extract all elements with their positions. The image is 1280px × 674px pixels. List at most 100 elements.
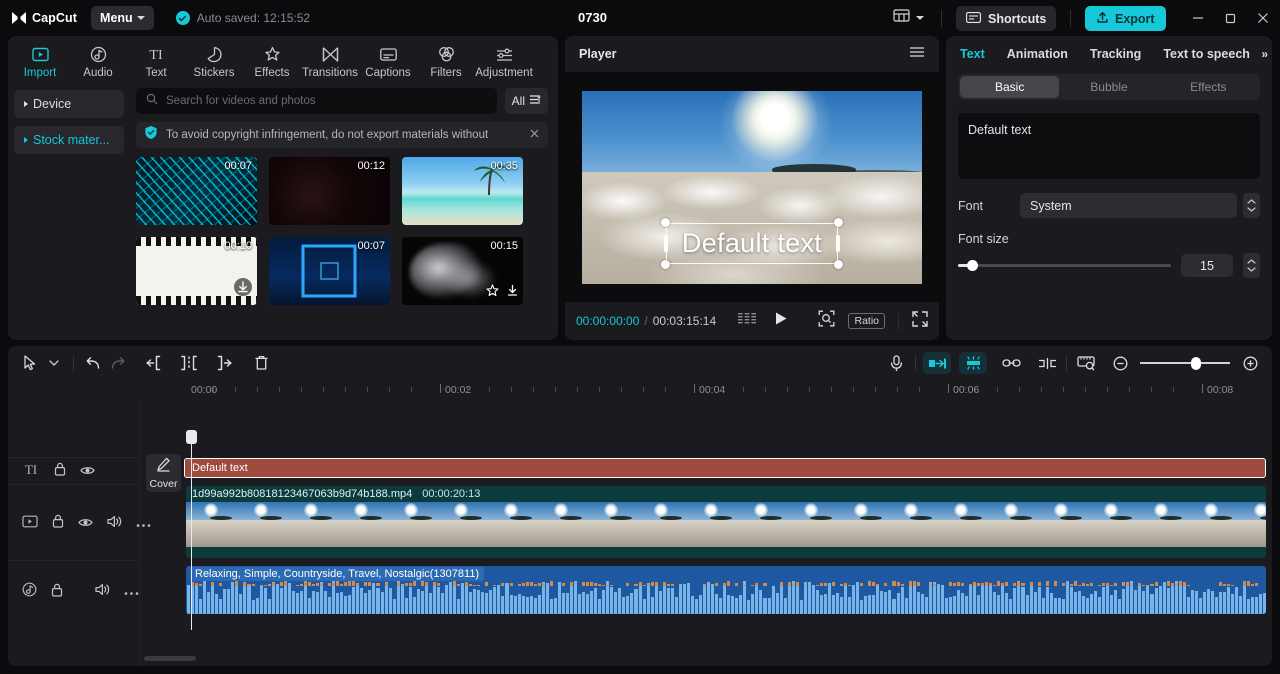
video-clip-name: 1d99a992b80818123467063b9d74b188.mp4 — [192, 488, 413, 500]
tab-effects[interactable]: Effects — [243, 40, 301, 79]
resize-handle-right[interactable] — [836, 235, 841, 252]
sidebar-item-stock-materials[interactable]: Stock mater... — [14, 126, 124, 154]
tab-adjustment[interactable]: Adjustment — [475, 40, 533, 79]
media-sidebar: Device Stock mater... — [8, 82, 130, 340]
tab-audio[interactable]: Audio — [69, 40, 127, 79]
text-content-input[interactable]: Default text — [958, 113, 1260, 179]
audio-clip[interactable]: Relaxing, Simple, Countryside, Travel, N… — [186, 566, 1266, 614]
properties-panel: Text Animation Tracking Text to speech »… — [946, 36, 1272, 340]
tab-transitions[interactable]: Transitions — [301, 40, 359, 79]
filter-button[interactable]: All — [504, 88, 548, 114]
segment-effects[interactable]: Effects — [1159, 76, 1258, 98]
segment-basic[interactable]: Basic — [960, 76, 1060, 98]
tab-stickers[interactable]: Stickers — [185, 40, 243, 79]
tabs-overflow-icon[interactable]: » — [1261, 47, 1268, 61]
more-options-icon[interactable] — [136, 515, 151, 533]
media-thumbnail[interactable]: 00:07 — [269, 237, 390, 305]
microphone-icon[interactable] — [884, 351, 908, 375]
playhead[interactable] — [186, 430, 197, 630]
video-clip[interactable]: 1d99a992b80818123467063b9d74b188.mp4 00:… — [186, 486, 1266, 558]
tab-filters[interactable]: Filters — [417, 40, 475, 79]
media-thumbnail[interactable]: 00:07 — [136, 157, 257, 225]
segment-bubble[interactable]: Bubble — [1059, 76, 1158, 98]
undo-button[interactable] — [81, 351, 105, 375]
sidebar-item-device[interactable]: Device — [14, 90, 124, 118]
font-size-value[interactable]: 15 — [1181, 254, 1233, 277]
media-thumbnail[interactable]: 00:10 — [136, 237, 257, 305]
minimize-button[interactable] — [1190, 10, 1206, 26]
ratio-button[interactable]: Ratio — [848, 313, 885, 329]
timeline-horizontal-scrollbar[interactable] — [144, 656, 196, 661]
select-tool-icon[interactable] — [18, 351, 42, 375]
divider — [1070, 10, 1071, 27]
resize-handle-left[interactable] — [663, 235, 668, 252]
preview-ruler-icon[interactable] — [1074, 351, 1098, 375]
more-options-icon[interactable] — [124, 583, 139, 601]
export-button[interactable]: Export — [1085, 6, 1166, 31]
slider-knob[interactable] — [966, 260, 978, 271]
favorite-star-icon[interactable] — [486, 284, 499, 302]
download-icon[interactable] — [233, 277, 253, 302]
font-select[interactable]: System — [1020, 193, 1237, 218]
tab-tracking[interactable]: Tracking — [1090, 47, 1141, 61]
maximize-button[interactable] — [1223, 10, 1239, 26]
split-center-icon[interactable] — [177, 351, 201, 375]
download-icon[interactable] — [506, 284, 519, 302]
close-button[interactable] — [1255, 10, 1271, 26]
visibility-icon[interactable] — [78, 515, 93, 533]
overlay-text-label: Default text — [681, 227, 823, 258]
zoom-out-button[interactable] — [1108, 351, 1132, 375]
resize-handle-bottom-left[interactable] — [660, 259, 670, 269]
volume-icon[interactable] — [95, 583, 110, 601]
menu-button[interactable]: Menu — [91, 6, 154, 30]
delete-button[interactable] — [249, 351, 273, 375]
tool-dropdown-icon[interactable] — [42, 351, 66, 375]
redo-button[interactable] — [105, 351, 129, 375]
tab-import[interactable]: Import — [11, 40, 69, 79]
tab-captions[interactable]: Captions — [359, 40, 417, 79]
text-clip[interactable]: Default text — [184, 458, 1266, 478]
font-size-stepper[interactable] — [1243, 253, 1260, 278]
tab-text[interactable]: TI Text — [127, 40, 185, 79]
text-track-icon: TI — [22, 462, 40, 481]
lock-icon[interactable] — [52, 514, 64, 533]
media-thumbnail[interactable]: 00:12 — [269, 157, 390, 225]
split-clip-icon[interactable] — [1035, 351, 1059, 375]
auto-snap-toggle[interactable] — [959, 352, 987, 374]
frames-icon[interactable] — [738, 312, 757, 330]
lock-icon[interactable] — [51, 583, 63, 602]
tab-text-to-speech[interactable]: Text to speech — [1163, 47, 1250, 61]
text-overlay[interactable]: Default text — [660, 217, 844, 269]
media-thumbnail[interactable]: 00:15 — [402, 237, 523, 305]
media-thumbnail[interactable]: 00:35 — [402, 157, 523, 225]
link-icon[interactable] — [999, 351, 1023, 375]
close-icon[interactable] — [529, 126, 540, 144]
timeline-zoom-slider[interactable] — [1140, 356, 1230, 370]
playhead-grip[interactable] — [186, 430, 197, 444]
tab-label: Transitions — [302, 67, 358, 79]
zoom-preview-icon[interactable] — [818, 310, 835, 332]
tab-text[interactable]: Text — [960, 47, 985, 61]
font-stepper[interactable] — [1243, 193, 1260, 218]
search-input[interactable]: Search for videos and photos — [136, 88, 497, 114]
zoom-in-button[interactable] — [1238, 351, 1262, 375]
snap-to-edge-toggle[interactable] — [923, 352, 951, 374]
split-right-icon[interactable] — [213, 351, 237, 375]
resize-handle-top-left[interactable] — [660, 217, 670, 227]
volume-icon[interactable] — [107, 515, 122, 533]
font-size-slider[interactable] — [958, 259, 1171, 273]
split-left-icon[interactable] — [141, 351, 165, 375]
play-button[interactable] — [774, 311, 788, 331]
zoom-slider-knob[interactable] — [1191, 356, 1202, 370]
layout-switch-button[interactable] — [893, 8, 924, 27]
cover-button[interactable]: Cover — [146, 454, 181, 492]
tab-animation[interactable]: Animation — [1007, 47, 1068, 61]
app-logo: CapCut — [11, 11, 77, 25]
timeline-ruler[interactable]: 00:00 00:02 00:04 00:06 00:08 — [8, 380, 1272, 402]
fullscreen-icon[interactable] — [912, 310, 928, 332]
shortcuts-button[interactable]: Shortcuts — [956, 6, 1057, 31]
player-stage[interactable]: Default text — [565, 72, 939, 302]
lock-icon[interactable] — [54, 462, 66, 481]
visibility-icon[interactable] — [80, 463, 95, 481]
player-menu-icon[interactable] — [909, 45, 925, 64]
